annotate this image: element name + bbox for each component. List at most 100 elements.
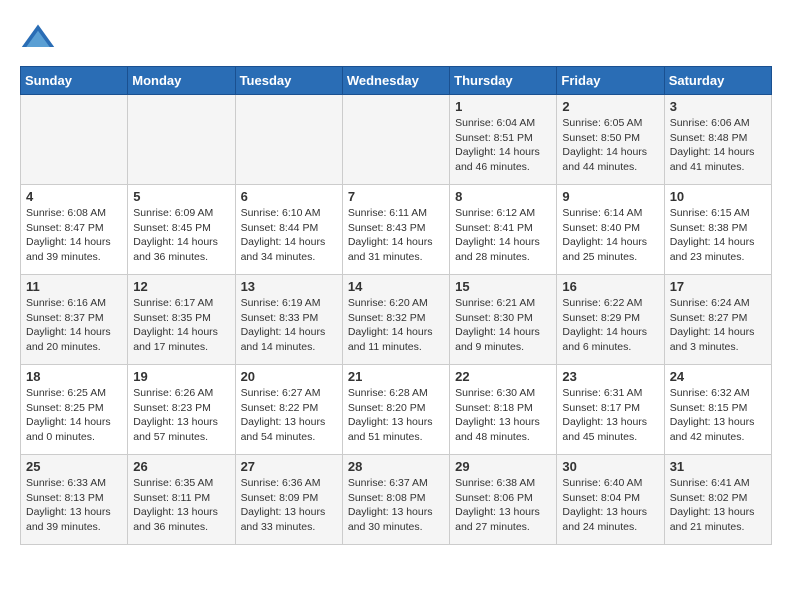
day-number: 2 xyxy=(562,99,658,114)
day-info: Sunrise: 6:22 AM Sunset: 8:29 PM Dayligh… xyxy=(562,296,658,355)
weekday-header-monday: Monday xyxy=(128,67,235,95)
calendar-cell: 27 Sunrise: 6:36 AM Sunset: 8:09 PM Dayli… xyxy=(235,455,342,545)
day-info: Sunrise: 6:30 AM Sunset: 8:18 PM Dayligh… xyxy=(455,386,551,445)
calendar-cell: 20 Sunrise: 6:27 AM Sunset: 8:22 PM Dayli… xyxy=(235,365,342,455)
day-number: 29 xyxy=(455,459,551,474)
calendar-cell: 28 Sunrise: 6:37 AM Sunset: 8:08 PM Dayli… xyxy=(342,455,449,545)
day-number: 22 xyxy=(455,369,551,384)
logo-icon xyxy=(20,20,56,56)
day-number: 31 xyxy=(670,459,766,474)
calendar-cell: 7 Sunrise: 6:11 AM Sunset: 8:43 PM Daylig… xyxy=(342,185,449,275)
day-number: 5 xyxy=(133,189,229,204)
day-number: 12 xyxy=(133,279,229,294)
day-number: 10 xyxy=(670,189,766,204)
day-number: 16 xyxy=(562,279,658,294)
calendar-cell xyxy=(128,95,235,185)
day-info: Sunrise: 6:36 AM Sunset: 8:09 PM Dayligh… xyxy=(241,476,337,535)
day-info: Sunrise: 6:19 AM Sunset: 8:33 PM Dayligh… xyxy=(241,296,337,355)
page-header xyxy=(20,20,772,56)
calendar-cell: 19Sunrise: 6:26 AM Sunset: 8:23 PM Dayli… xyxy=(128,365,235,455)
day-number: 27 xyxy=(241,459,337,474)
day-number: 6 xyxy=(241,189,337,204)
day-number: 26 xyxy=(133,459,229,474)
calendar-cell: 29 Sunrise: 6:38 AM Sunset: 8:06 PM Dayli… xyxy=(450,455,557,545)
weekday-header-tuesday: Tuesday xyxy=(235,67,342,95)
logo xyxy=(20,20,62,56)
calendar-week-row: 25 Sunrise: 6:33 AM Sunset: 8:13 PM Dayli… xyxy=(21,455,772,545)
calendar-cell: 11Sunrise: 6:16 AM Sunset: 8:37 PM Dayli… xyxy=(21,275,128,365)
day-number: 1 xyxy=(455,99,551,114)
day-info: Sunrise: 6:24 AM Sunset: 8:27 PM Dayligh… xyxy=(670,296,766,355)
day-info: Sunrise: 6:37 AM Sunset: 8:08 PM Dayligh… xyxy=(348,476,444,535)
day-number: 18 xyxy=(26,369,122,384)
day-info: Sunrise: 6:41 AM Sunset: 8:02 PM Dayligh… xyxy=(670,476,766,535)
day-info: Sunrise: 6:11 AM Sunset: 8:43 PM Dayligh… xyxy=(348,206,444,265)
calendar-cell: 9 Sunrise: 6:14 AM Sunset: 8:40 PM Daylig… xyxy=(557,185,664,275)
calendar-header: SundayMondayTuesdayWednesdayThursdayFrid… xyxy=(21,67,772,95)
day-info: Sunrise: 6:31 AM Sunset: 8:17 PM Dayligh… xyxy=(562,386,658,445)
calendar-cell: 21Sunrise: 6:28 AM Sunset: 8:20 PM Dayli… xyxy=(342,365,449,455)
calendar-cell xyxy=(342,95,449,185)
weekday-header-row: SundayMondayTuesdayWednesdayThursdayFrid… xyxy=(21,67,772,95)
calendar-cell: 25 Sunrise: 6:33 AM Sunset: 8:13 PM Dayli… xyxy=(21,455,128,545)
day-info: Sunrise: 6:17 AM Sunset: 8:35 PM Dayligh… xyxy=(133,296,229,355)
day-number: 17 xyxy=(670,279,766,294)
calendar-cell: 30 Sunrise: 6:40 AM Sunset: 8:04 PM Dayli… xyxy=(557,455,664,545)
day-info: Sunrise: 6:27 AM Sunset: 8:22 PM Dayligh… xyxy=(241,386,337,445)
day-info: Sunrise: 6:09 AM Sunset: 8:45 PM Dayligh… xyxy=(133,206,229,265)
day-number: 11 xyxy=(26,279,122,294)
day-number: 3 xyxy=(670,99,766,114)
calendar-cell: 13 Sunrise: 6:19 AM Sunset: 8:33 PM Dayli… xyxy=(235,275,342,365)
day-number: 7 xyxy=(348,189,444,204)
day-number: 8 xyxy=(455,189,551,204)
day-info: Sunrise: 6:35 AM Sunset: 8:11 PM Dayligh… xyxy=(133,476,229,535)
day-info: Sunrise: 6:05 AM Sunset: 8:50 PM Dayligh… xyxy=(562,116,658,175)
calendar-week-row: 11Sunrise: 6:16 AM Sunset: 8:37 PM Dayli… xyxy=(21,275,772,365)
calendar-cell: 22 Sunrise: 6:30 AM Sunset: 8:18 PM Dayli… xyxy=(450,365,557,455)
day-number: 25 xyxy=(26,459,122,474)
day-number: 19 xyxy=(133,369,229,384)
calendar-cell: 17 Sunrise: 6:24 AM Sunset: 8:27 PM Dayli… xyxy=(664,275,771,365)
calendar-cell: 2 Sunrise: 6:05 AM Sunset: 8:50 PM Daylig… xyxy=(557,95,664,185)
day-info: Sunrise: 6:25 AM Sunset: 8:25 PM Dayligh… xyxy=(26,386,122,445)
calendar-cell xyxy=(235,95,342,185)
calendar-table: SundayMondayTuesdayWednesdayThursdayFrid… xyxy=(20,66,772,545)
weekday-header-wednesday: Wednesday xyxy=(342,67,449,95)
day-info: Sunrise: 6:20 AM Sunset: 8:32 PM Dayligh… xyxy=(348,296,444,355)
calendar-cell: 15 Sunrise: 6:21 AM Sunset: 8:30 PM Dayli… xyxy=(450,275,557,365)
day-info: Sunrise: 6:21 AM Sunset: 8:30 PM Dayligh… xyxy=(455,296,551,355)
calendar-week-row: 18 Sunrise: 6:25 AM Sunset: 8:25 PM Dayli… xyxy=(21,365,772,455)
day-info: Sunrise: 6:40 AM Sunset: 8:04 PM Dayligh… xyxy=(562,476,658,535)
calendar-body: 1Sunrise: 6:04 AM Sunset: 8:51 PM Daylig… xyxy=(21,95,772,545)
calendar-cell: 10 Sunrise: 6:15 AM Sunset: 8:38 PM Dayli… xyxy=(664,185,771,275)
calendar-cell: 5 Sunrise: 6:09 AM Sunset: 8:45 PM Daylig… xyxy=(128,185,235,275)
day-number: 30 xyxy=(562,459,658,474)
calendar-cell xyxy=(21,95,128,185)
day-info: Sunrise: 6:32 AM Sunset: 8:15 PM Dayligh… xyxy=(670,386,766,445)
day-number: 23 xyxy=(562,369,658,384)
day-info: Sunrise: 6:10 AM Sunset: 8:44 PM Dayligh… xyxy=(241,206,337,265)
day-info: Sunrise: 6:14 AM Sunset: 8:40 PM Dayligh… xyxy=(562,206,658,265)
calendar-cell: 26 Sunrise: 6:35 AM Sunset: 8:11 PM Dayli… xyxy=(128,455,235,545)
day-number: 13 xyxy=(241,279,337,294)
calendar-cell: 18 Sunrise: 6:25 AM Sunset: 8:25 PM Dayli… xyxy=(21,365,128,455)
calendar-cell: 1Sunrise: 6:04 AM Sunset: 8:51 PM Daylig… xyxy=(450,95,557,185)
calendar-cell: 14 Sunrise: 6:20 AM Sunset: 8:32 PM Dayli… xyxy=(342,275,449,365)
calendar-cell: 6 Sunrise: 6:10 AM Sunset: 8:44 PM Daylig… xyxy=(235,185,342,275)
day-number: 20 xyxy=(241,369,337,384)
day-number: 15 xyxy=(455,279,551,294)
calendar-cell: 8Sunrise: 6:12 AM Sunset: 8:41 PM Daylig… xyxy=(450,185,557,275)
calendar-week-row: 4Sunrise: 6:08 AM Sunset: 8:47 PM Daylig… xyxy=(21,185,772,275)
day-number: 24 xyxy=(670,369,766,384)
day-info: Sunrise: 6:38 AM Sunset: 8:06 PM Dayligh… xyxy=(455,476,551,535)
day-number: 28 xyxy=(348,459,444,474)
day-number: 9 xyxy=(562,189,658,204)
calendar-cell: 16 Sunrise: 6:22 AM Sunset: 8:29 PM Dayli… xyxy=(557,275,664,365)
day-info: Sunrise: 6:15 AM Sunset: 8:38 PM Dayligh… xyxy=(670,206,766,265)
day-info: Sunrise: 6:28 AM Sunset: 8:20 PM Dayligh… xyxy=(348,386,444,445)
day-number: 14 xyxy=(348,279,444,294)
calendar-cell: 24 Sunrise: 6:32 AM Sunset: 8:15 PM Dayli… xyxy=(664,365,771,455)
calendar-cell: 3Sunrise: 6:06 AM Sunset: 8:48 PM Daylig… xyxy=(664,95,771,185)
day-info: Sunrise: 6:33 AM Sunset: 8:13 PM Dayligh… xyxy=(26,476,122,535)
day-info: Sunrise: 6:08 AM Sunset: 8:47 PM Dayligh… xyxy=(26,206,122,265)
